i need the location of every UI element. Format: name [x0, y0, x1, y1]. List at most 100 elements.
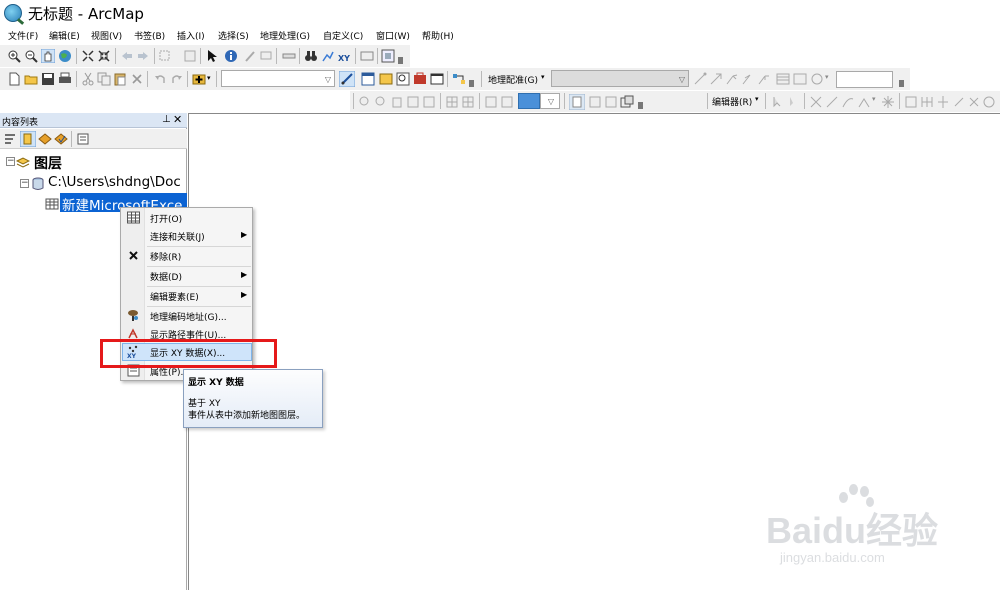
- open-folder-icon[interactable]: [24, 72, 38, 86]
- editor-dropdown-icon[interactable]: ▾: [755, 95, 759, 103]
- rotate-feature-icon[interactable]: [952, 95, 966, 109]
- toolbar-options-grip[interactable]: [638, 102, 643, 109]
- edit-vertices-icon[interactable]: [881, 95, 895, 109]
- delete-icon[interactable]: [130, 72, 144, 86]
- fixed-zoom-out-layout-icon[interactable]: [461, 95, 475, 109]
- data-driven-pages-icon[interactable]: [620, 95, 634, 109]
- list-by-drawing-order-icon[interactable]: [3, 132, 17, 146]
- cut-polygons-icon[interactable]: [920, 95, 934, 109]
- close-icon[interactable]: ✕: [173, 113, 182, 126]
- time-slider-icon[interactable]: [360, 49, 374, 63]
- menu-customize[interactable]: 自定义(C): [323, 29, 363, 42]
- python-window-icon[interactable]: [430, 72, 444, 86]
- html-popup-icon[interactable]: [259, 49, 273, 63]
- toolbar-options-grip[interactable]: [469, 80, 474, 87]
- menu-edit[interactable]: 编辑(E): [49, 29, 80, 42]
- collapse-folder-icon[interactable]: −: [20, 179, 29, 188]
- georeference-layer-combo[interactable]: ▽: [551, 70, 689, 87]
- cut-icon[interactable]: [81, 72, 95, 86]
- layout-zoom-out-icon[interactable]: [374, 95, 388, 109]
- paste-icon[interactable]: [113, 72, 127, 86]
- pan-hand-icon[interactable]: [41, 49, 55, 63]
- select-features-icon[interactable]: [158, 49, 172, 63]
- list-by-source-icon[interactable]: [20, 131, 36, 147]
- create-viewer-icon[interactable]: [381, 49, 395, 63]
- add-control-points-icon[interactable]: [725, 72, 739, 86]
- menu-help[interactable]: 帮助(H): [422, 29, 454, 42]
- measure-icon[interactable]: [282, 49, 296, 63]
- back-extent-layout-icon[interactable]: [484, 95, 498, 109]
- edit-tool-icon[interactable]: [770, 95, 784, 109]
- hyperlink-icon[interactable]: [243, 49, 257, 63]
- layout-zoom-in-icon[interactable]: [358, 95, 372, 109]
- menu-item-data[interactable]: 数据(D) ▶: [122, 267, 252, 285]
- save-icon[interactable]: [41, 72, 55, 86]
- find-route-icon[interactable]: [321, 49, 335, 63]
- list-by-visibility-icon[interactable]: [38, 132, 52, 146]
- menu-bookmarks[interactable]: 书签(B): [134, 29, 165, 42]
- redo-icon[interactable]: [170, 72, 184, 86]
- print-icon[interactable]: [58, 72, 72, 86]
- toolbar-options-grip[interactable]: [899, 80, 904, 87]
- toolbar-options-grip[interactable]: [398, 57, 403, 64]
- viewer-icon[interactable]: [793, 72, 807, 86]
- view-link-table-icon[interactable]: [776, 72, 790, 86]
- model-builder-icon[interactable]: [452, 72, 466, 86]
- menu-item-remove[interactable]: 移除(R): [122, 247, 252, 265]
- menu-item-joins-relates[interactable]: 连接和关联(J) ▶: [122, 227, 252, 245]
- select-elements-arrow-icon[interactable]: [205, 49, 219, 63]
- arctoolbox-icon[interactable]: [413, 72, 427, 86]
- zoom-out-icon[interactable]: [24, 49, 38, 63]
- trace-icon[interactable]: [841, 95, 855, 109]
- zoom-whole-page-icon[interactable]: [406, 95, 420, 109]
- layers-root-label[interactable]: 图层: [34, 153, 62, 173]
- zoom-percent-dropdown[interactable]: ▽: [540, 93, 560, 109]
- menu-item-open[interactable]: 打开(O): [122, 209, 252, 227]
- search-window-icon[interactable]: [396, 72, 410, 86]
- menu-view[interactable]: 视图(V): [91, 29, 122, 42]
- focus-data-frame-icon[interactable]: [588, 95, 602, 109]
- catalog-window-icon[interactable]: [379, 72, 393, 86]
- construction-dropdown-icon[interactable]: ▾: [872, 95, 876, 103]
- reshape-feature-icon[interactable]: [904, 95, 918, 109]
- georeferencing-menu[interactable]: 地理配准(G): [488, 73, 538, 86]
- find-binoculars-icon[interactable]: [304, 49, 318, 63]
- copy-icon[interactable]: [97, 72, 111, 86]
- end-point-arc-icon[interactable]: [825, 95, 839, 109]
- go-to-xy-icon[interactable]: XY: [338, 49, 352, 63]
- zoom-100-icon[interactable]: [422, 95, 436, 109]
- table-of-contents-window-icon[interactable]: [361, 72, 375, 86]
- change-layout-icon[interactable]: [604, 95, 618, 109]
- forward-extent-layout-icon[interactable]: [500, 95, 514, 109]
- menu-geoprocessing[interactable]: 地理处理(G): [260, 29, 310, 42]
- georef-options-dropdown-icon[interactable]: ▾: [825, 73, 829, 81]
- sketch-properties-icon[interactable]: [982, 95, 996, 109]
- auto-registration-icon[interactable]: [757, 72, 771, 86]
- zoom-percent-field[interactable]: [518, 93, 540, 109]
- editor-toolbar-toggle-icon[interactable]: [339, 71, 355, 87]
- attributes-icon[interactable]: [967, 95, 981, 109]
- georeferencing-dropdown-icon[interactable]: ▾: [541, 73, 545, 81]
- data-source-path[interactable]: C:\Users\shdng\Doc: [48, 174, 181, 190]
- forward-arrow-icon[interactable]: [136, 49, 150, 63]
- toggle-draft-mode-icon[interactable]: [569, 94, 585, 110]
- rotate-tool-icon[interactable]: [693, 72, 707, 86]
- layout-pan-icon[interactable]: [390, 95, 404, 109]
- menu-item-geocode-addresses[interactable]: 地理编码地址(G)...: [122, 307, 252, 325]
- transparency-combo[interactable]: [836, 71, 893, 88]
- undo-icon[interactable]: [153, 72, 167, 86]
- menu-windows[interactable]: 窗口(W): [376, 29, 410, 42]
- fixed-zoom-in-icon[interactable]: [81, 49, 95, 63]
- identify-icon[interactable]: [224, 49, 238, 63]
- menu-file[interactable]: 文件(F): [8, 29, 38, 42]
- map-scale-combo[interactable]: ▽: [221, 70, 335, 87]
- add-data-dropdown-arrow-icon[interactable]: ▾: [207, 74, 211, 82]
- add-control-points-alt-icon[interactable]: [741, 72, 755, 86]
- pin-icon[interactable]: ⊥: [162, 114, 171, 125]
- shift-tool-icon[interactable]: [709, 72, 723, 86]
- fixed-zoom-in-layout-icon[interactable]: [445, 95, 459, 109]
- straight-segment-icon[interactable]: [809, 95, 823, 109]
- menu-insert[interactable]: 插入(I): [177, 29, 205, 42]
- menu-item-edit-features[interactable]: 编辑要素(E) ▶: [122, 287, 252, 305]
- point-icon[interactable]: [857, 95, 871, 109]
